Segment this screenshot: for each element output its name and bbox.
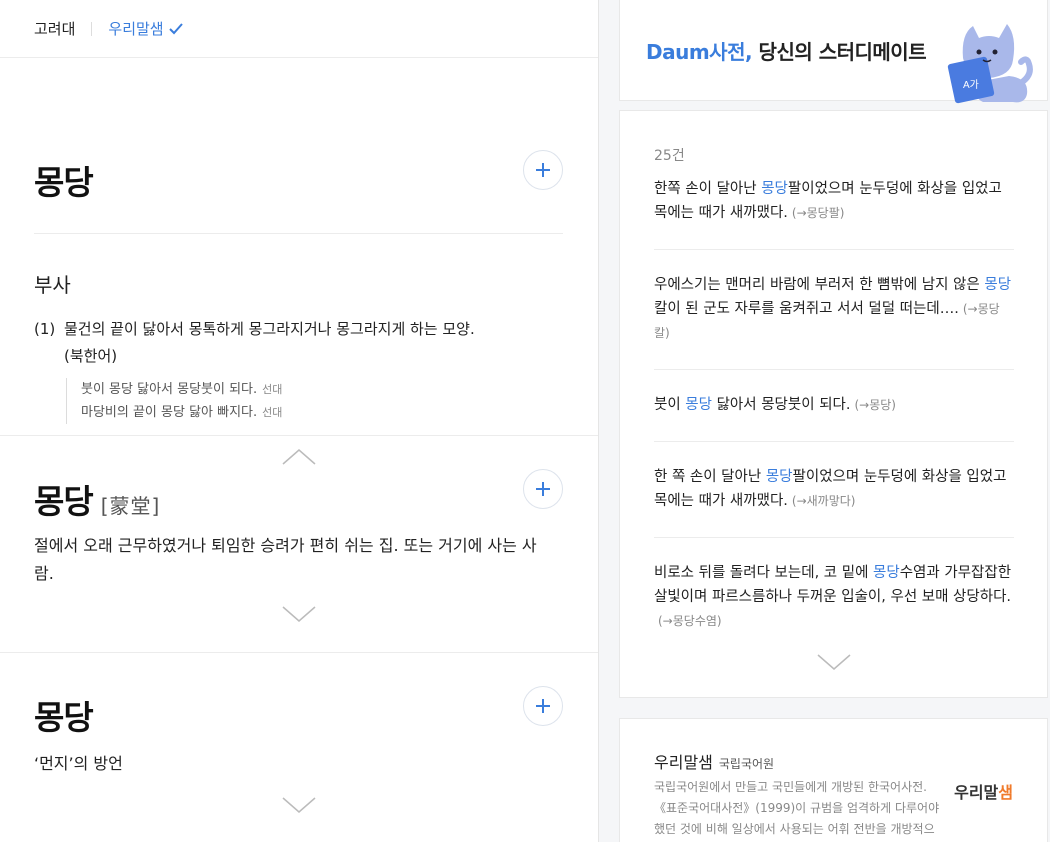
example-source: 선대 (262, 406, 283, 419)
divider (654, 441, 1014, 442)
plus-icon (536, 163, 550, 177)
banner-text: Daum사전, 당신의 스터디메이트 (646, 36, 927, 65)
woorimalsaem-info-panel: 우리말샘 국립국어원 국립국어원에서 만들고 국민들에게 개방된 한국어사전.《표… (619, 718, 1048, 842)
definition-text: ‘먼지’의 방언 (34, 754, 123, 773)
divider (654, 537, 1014, 538)
example-sentence[interactable]: 한 쪽 손이 달아난 몽당팔이었으며 눈두덩에 화상을 입었고 목에는 때가 새… (654, 465, 1014, 513)
panel-description: 국립국어원에서 만들고 국민들에게 개방된 한국어사전.《표준국어대사전》(19… (654, 780, 940, 836)
reference-link[interactable]: (→새까맣다) (792, 494, 856, 508)
example-text: 붓이 몽당 닳아서 몽당붓이 되다. (81, 382, 258, 397)
example-text: 마당비의 끝이 몽당 닳아 빠지다. (81, 405, 258, 420)
definition-note: (북한어) (64, 347, 118, 365)
entry-word: 몽당 (34, 698, 94, 737)
sentence-text: 우에스기는 맨머리 바람에 부러저 한 뼘밖에 남지 않은 (654, 277, 985, 293)
sentence-text: 비로소 뒤를 돌려다 보는데, 코 밑에 (654, 565, 874, 581)
definition: (1) 물건의 끝이 닳아서 몽톡하게 몽그라지거나 몽그라지게 하는 모양. (… (34, 316, 554, 370)
book-label: A가 (963, 79, 979, 91)
sentence-text: 붓이 (654, 397, 686, 413)
example-sentences-panel: 25건 한쪽 손이 달아난 몽당팔이었으며 눈두덩에 화상을 입었고 목에는 때… (619, 110, 1048, 698)
dictionary-source-tabs: 고려대 우리말샘 (0, 0, 598, 58)
entry-word: 몽당 (34, 163, 94, 202)
divider (654, 369, 1014, 370)
divider (654, 249, 1014, 250)
example-sentence[interactable]: 한쪽 손이 달아난 몽당팔이었으며 눈두덩에 화상을 입었고 목에는 때가 새까… (654, 177, 1014, 225)
result-count: 25건 (654, 148, 685, 164)
keyword-highlight: 몽당 (765, 469, 793, 485)
chevron-down-icon[interactable] (282, 796, 316, 814)
tab-woorimalsaem-label: 우리말샘 (108, 20, 164, 38)
cat-mascot-icon: A가 (947, 24, 1033, 104)
definition-text: 절에서 오래 근무하였거나 퇴임한 승려가 편히 쉬는 집. 또는 거기에 사는… (34, 536, 537, 583)
sentence-text: 칼이 된 군도 자루를 움켜쥐고 서서 덜덜 떠는데…. (654, 301, 959, 317)
sentence-text: 한 쪽 손이 달아난 (654, 469, 766, 485)
daum-dictionary-banner[interactable]: Daum사전, 당신의 스터디메이트 A가 (619, 0, 1048, 104)
banner-brand: Daum사전, (646, 40, 753, 64)
woorimalsaem-logo: 우리말샘 (954, 779, 1013, 803)
example-item: 붓이 몽당 닳아서 몽당붓이 되다. 선대 (81, 378, 282, 401)
example-source: 선대 (262, 383, 283, 396)
plus-icon (536, 482, 550, 496)
part-of-speech: 부사 (34, 273, 71, 297)
check-icon (168, 22, 183, 34)
logo-text: 우리말 (954, 783, 999, 802)
add-to-wordbook-button[interactable] (523, 150, 563, 190)
keyword-highlight: 몽당 (685, 397, 712, 413)
entry-hanja: [蒙堂] (100, 494, 161, 518)
keyword-highlight: 몽당 (984, 277, 1012, 293)
tab-korea-univ[interactable]: 고려대 (34, 18, 75, 39)
tab-woorimalsaem[interactable]: 우리말샘 (108, 18, 183, 39)
panel-subtitle: 국립국어원 (718, 757, 775, 771)
sentence-text: 닳아서 몽당붓이 되다. (711, 397, 851, 413)
tab-divider (91, 21, 93, 36)
plus-icon (536, 699, 550, 713)
banner-tagline: 당신의 스터디메이트 (752, 40, 927, 64)
reference-link[interactable]: (→몽당팔) (792, 206, 845, 220)
example-sentence[interactable]: 비로소 뒤를 돌려다 보는데, 코 밑에 몽당수염과 가무잡잡한 살빛이며 파르… (654, 561, 1014, 633)
keyword-highlight: 몽당 (761, 181, 788, 197)
chevron-down-icon[interactable] (282, 605, 316, 623)
definition-number: (1) (34, 320, 56, 338)
reference-link[interactable]: (→몽당) (854, 398, 896, 412)
add-to-wordbook-button[interactable] (523, 469, 563, 509)
example-sentence[interactable]: 우에스기는 맨머리 바람에 부러저 한 뼘밖에 남지 않은 몽당칼이 된 군도 … (654, 273, 1014, 345)
dictionary-results: 고려대 우리말샘 몽당 부사 (1) 물건의 끝이 닳아서 몽톡하게 몽그라지거나… (0, 0, 599, 842)
add-to-wordbook-button[interactable] (523, 686, 563, 726)
panel-title-text: 우리말샘 (654, 753, 713, 772)
keyword-highlight: 몽당 (873, 565, 900, 581)
example-sentence[interactable]: 붓이 몽당 닳아서 몽당붓이 되다. (→몽당) (654, 393, 1014, 417)
panel-title: 우리말샘 국립국어원 (654, 749, 774, 773)
entry-1: 몽당 부사 (1) 물건의 끝이 닳아서 몽톡하게 몽그라지거나 몽그라지게 하는… (0, 58, 598, 465)
entry-word-wrap: 몽당 [蒙堂] (34, 475, 160, 523)
sentence-text: 한쪽 손이 달아난 (654, 181, 762, 197)
example-list: 붓이 몽당 닳아서 몽당붓이 되다. 선대 마당비의 끝이 몽당 닳아 빠지다. 선… (66, 378, 282, 424)
example-item: 마당비의 끝이 몽당 닳아 빠지다. 선대 (81, 401, 282, 424)
chevron-down-icon[interactable] (817, 653, 851, 671)
entry-word: 몽당 (34, 482, 94, 521)
reference-link[interactable]: (→몽당수염) (658, 614, 722, 628)
divider (34, 233, 563, 234)
definition-text: 물건의 끝이 닳아서 몽톡하게 몽그라지거나 몽그라지게 하는 모양. (64, 320, 475, 338)
logo-accent-text: 샘 (998, 783, 1013, 802)
